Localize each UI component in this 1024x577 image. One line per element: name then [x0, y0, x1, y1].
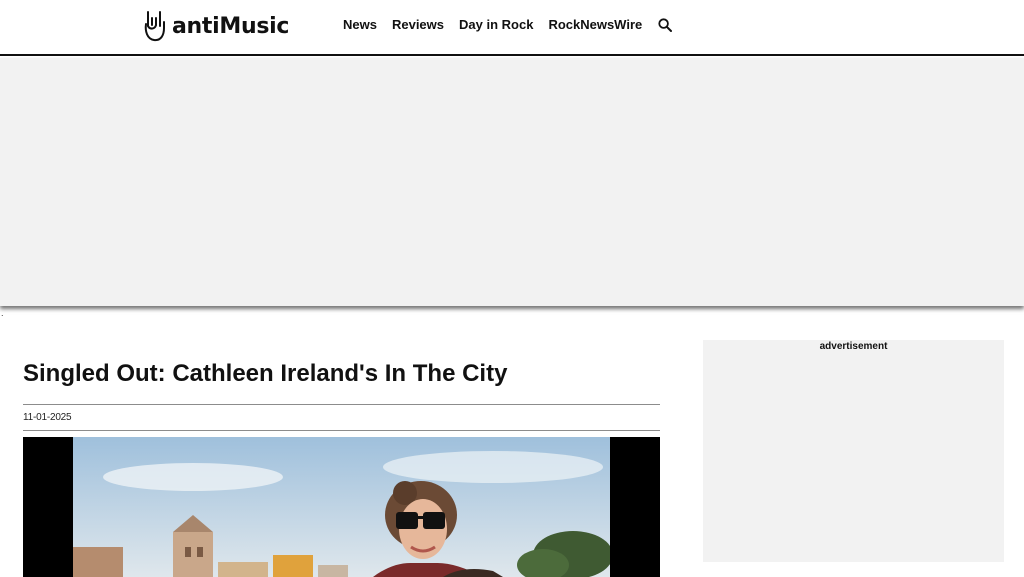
search-icon — [658, 18, 673, 32]
rock-hand-icon — [144, 11, 165, 42]
logo-text: antiMusic — [172, 13, 290, 39]
ad-label: advertisement — [819, 341, 888, 352]
search-button[interactable] — [657, 17, 673, 33]
top-ad-banner — [0, 58, 1024, 306]
article-image — [23, 437, 660, 577]
article-meta: 11-01-2025 — [23, 404, 660, 431]
nav-day-in-rock[interactable]: Day in Rock — [459, 16, 533, 34]
site-logo[interactable]: antiMusic — [143, 8, 289, 44]
article-title: Singled Out: Cathleen Ireland's In The C… — [23, 360, 508, 387]
stray-text: . — [1, 308, 4, 318]
nav-reviews[interactable]: Reviews — [392, 16, 444, 34]
article-photo — [73, 437, 610, 577]
nav-news[interactable]: News — [343, 16, 377, 34]
site-header: antiMusic News Reviews Day in Rock RockN… — [0, 0, 1024, 56]
article-date: 11-01-2025 — [23, 412, 72, 423]
sidebar-ad: advertisement — [703, 340, 1004, 562]
nav-rocknewswire[interactable]: RockNewsWire — [548, 16, 642, 34]
main-nav: News Reviews Day in Rock RockNewsWire — [343, 16, 673, 34]
